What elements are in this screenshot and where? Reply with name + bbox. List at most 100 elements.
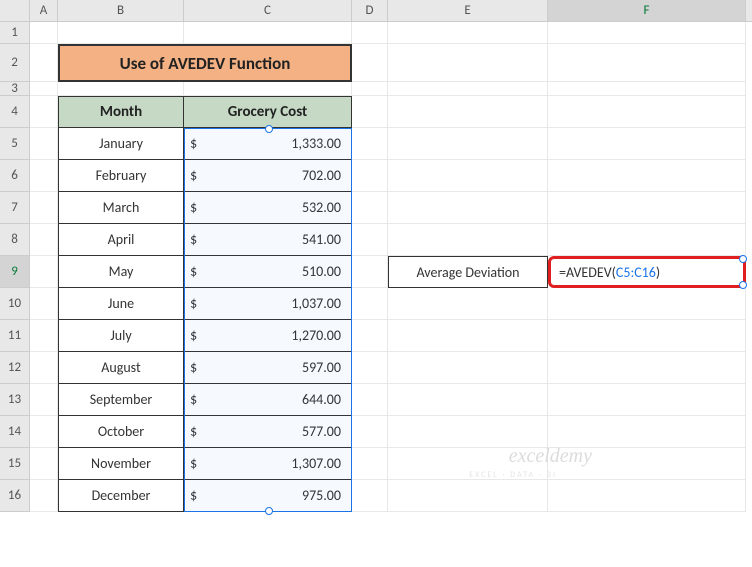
cell-A4[interactable]: [30, 96, 58, 128]
cell-A8[interactable]: [30, 224, 58, 256]
cell-A13[interactable]: [30, 384, 58, 416]
cost-cell[interactable]: $1,270.00: [184, 320, 352, 352]
cell-A15[interactable]: [30, 448, 58, 480]
row-header-9[interactable]: 9: [0, 256, 30, 288]
col-header-D[interactable]: D: [352, 0, 388, 21]
month-cell[interactable]: October: [58, 416, 184, 448]
cell-A3[interactable]: [30, 82, 58, 96]
cell-D14[interactable]: [352, 416, 388, 448]
cell-F6[interactable]: [548, 160, 746, 192]
cell-A7[interactable]: [30, 192, 58, 224]
row-header-14[interactable]: 14: [0, 416, 30, 448]
cell-F2[interactable]: [548, 44, 746, 82]
row-header-4[interactable]: 4: [0, 96, 30, 128]
month-cell[interactable]: November: [58, 448, 184, 480]
cell-D6[interactable]: [352, 160, 388, 192]
cell-D7[interactable]: [352, 192, 388, 224]
cell-E1[interactable]: [388, 22, 548, 44]
row-header-7[interactable]: 7: [0, 192, 30, 224]
cell-F16[interactable]: [548, 480, 746, 512]
row-header-1[interactable]: 1: [0, 22, 30, 44]
row-header-15[interactable]: 15: [0, 448, 30, 480]
cost-cell[interactable]: $644.00: [184, 384, 352, 416]
header-month[interactable]: Month: [58, 96, 184, 128]
cell-E3[interactable]: [388, 82, 548, 96]
cell-F5[interactable]: [548, 128, 746, 160]
cell-E15[interactable]: [388, 448, 548, 480]
cell-E2[interactable]: [388, 44, 548, 82]
cell-A2[interactable]: [30, 44, 58, 82]
col-header-C[interactable]: C: [184, 0, 352, 21]
cost-cell[interactable]: $1,333.00: [184, 128, 352, 160]
cell-A14[interactable]: [30, 416, 58, 448]
cell-D5[interactable]: [352, 128, 388, 160]
cell-D15[interactable]: [352, 448, 388, 480]
row-header-6[interactable]: 6: [0, 160, 30, 192]
cost-cell[interactable]: $702.00: [184, 160, 352, 192]
col-header-B[interactable]: B: [58, 0, 184, 21]
month-cell[interactable]: June: [58, 288, 184, 320]
cell-D3[interactable]: [352, 82, 388, 96]
cell-F13[interactable]: [548, 384, 746, 416]
cell-B1[interactable]: [58, 22, 184, 44]
cell-D1[interactable]: [352, 22, 388, 44]
cell-D4[interactable]: [352, 96, 388, 128]
cell-E8[interactable]: [388, 224, 548, 256]
cost-cell[interactable]: $541.00: [184, 224, 352, 256]
col-header-F[interactable]: F: [548, 0, 746, 21]
spreadsheet-grid[interactable]: A B C D E F 1 2 Use of AVEDEV Function 3: [0, 0, 752, 512]
cell-C3[interactable]: [184, 82, 352, 96]
month-cell[interactable]: March: [58, 192, 184, 224]
cell-D16[interactable]: [352, 480, 388, 512]
cell-E9[interactable]: Average Deviation: [388, 256, 548, 288]
month-cell[interactable]: May: [58, 256, 184, 288]
month-cell[interactable]: August: [58, 352, 184, 384]
cell-E12[interactable]: [388, 352, 548, 384]
cell-A6[interactable]: [30, 160, 58, 192]
row-header-2[interactable]: 2: [0, 44, 30, 82]
cell-D8[interactable]: [352, 224, 388, 256]
cell-E4[interactable]: [388, 96, 548, 128]
cost-cell[interactable]: $597.00: [184, 352, 352, 384]
cell-E14[interactable]: [388, 416, 548, 448]
cost-cell[interactable]: $577.00: [184, 416, 352, 448]
cell-E10[interactable]: [388, 288, 548, 320]
row-header-10[interactable]: 10: [0, 288, 30, 320]
cell-F10[interactable]: [548, 288, 746, 320]
cell-F14[interactable]: [548, 416, 746, 448]
month-cell[interactable]: February: [58, 160, 184, 192]
cell-D10[interactable]: [352, 288, 388, 320]
cost-cell[interactable]: $975.00: [184, 480, 352, 512]
cell-E5[interactable]: [388, 128, 548, 160]
cell-D9[interactable]: [352, 256, 388, 288]
cell-E13[interactable]: [388, 384, 548, 416]
cell-D13[interactable]: [352, 384, 388, 416]
row-header-16[interactable]: 16: [0, 480, 30, 512]
cell-B3[interactable]: [58, 82, 184, 96]
month-cell[interactable]: September: [58, 384, 184, 416]
col-header-A[interactable]: A: [30, 0, 58, 21]
row-header-12[interactable]: 12: [0, 352, 30, 384]
row-header-5[interactable]: 5: [0, 128, 30, 160]
month-cell[interactable]: December: [58, 480, 184, 512]
cell-A12[interactable]: [30, 352, 58, 384]
row-header-11[interactable]: 11: [0, 320, 30, 352]
title-cell[interactable]: Use of AVEDEV Function: [58, 44, 352, 82]
cell-E7[interactable]: [388, 192, 548, 224]
month-cell[interactable]: July: [58, 320, 184, 352]
cell-A9[interactable]: [30, 256, 58, 288]
cell-F11[interactable]: [548, 320, 746, 352]
cell-F15[interactable]: [548, 448, 746, 480]
cell-A16[interactable]: [30, 480, 58, 512]
cell-A11[interactable]: [30, 320, 58, 352]
cell-D2[interactable]: [352, 44, 388, 82]
row-header-8[interactable]: 8: [0, 224, 30, 256]
cell-E6[interactable]: [388, 160, 548, 192]
cell-A1[interactable]: [30, 22, 58, 44]
cell-D12[interactable]: [352, 352, 388, 384]
cost-cell[interactable]: $1,307.00: [184, 448, 352, 480]
row-header-13[interactable]: 13: [0, 384, 30, 416]
cell-E16[interactable]: [388, 480, 548, 512]
cell-F3[interactable]: [548, 82, 746, 96]
cell-D11[interactable]: [352, 320, 388, 352]
